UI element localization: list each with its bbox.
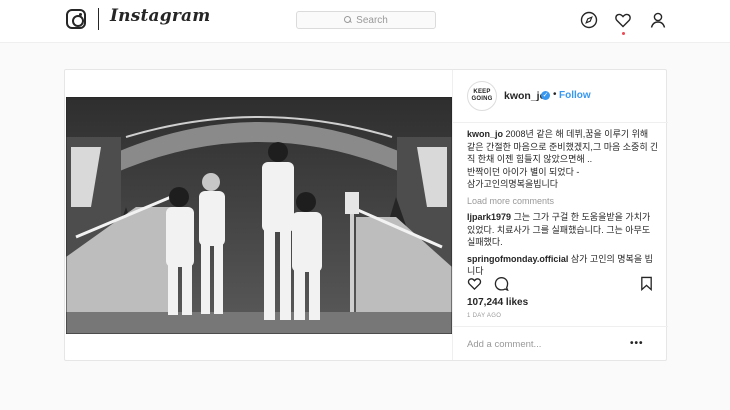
comment-username[interactable]: springofmonday.official — [467, 254, 568, 264]
caption-line-3: 직 한채 이젠 힘들지 않았으면해 .. — [467, 154, 593, 164]
caption-line-2: 같은 간절한 마음으로 준비했겠지,그 마음 소중히 간 — [467, 141, 657, 152]
instagram-logo-icon[interactable] — [66, 9, 86, 29]
heart-icon[interactable] — [614, 11, 632, 29]
load-more-comments-link[interactable]: Load more comments — [467, 195, 657, 208]
follow-button[interactable]: Follow — [559, 90, 591, 101]
notification-dot — [622, 32, 625, 35]
caption-line-4: 반짝이던 아이가 별이 되었다 - — [467, 166, 580, 177]
caption: kwon_jo 2008년 같은 해 데뷔,꿈을 이루기 위해 같은 간절한 마… — [467, 128, 657, 191]
post-photo[interactable] — [66, 97, 452, 334]
comment-item: springofmonday.official 삼가 고인의 명복을 빕니다 — [467, 253, 657, 278]
post-sidebar: KEEP GOING kwon_jo ✓ • Follow kwon_jo 20… — [452, 70, 668, 360]
post-header: KEEP GOING kwon_jo ✓ • Follow — [453, 70, 668, 123]
search-input[interactable]: Search — [296, 11, 436, 29]
comment-bubble-icon[interactable] — [494, 276, 509, 291]
caption-username[interactable]: kwon_jo — [467, 129, 503, 139]
comments-section: kwon_jo 2008년 같은 해 데뷔,꿈을 이루기 위해 같은 간절한 마… — [467, 128, 657, 278]
dot-separator: • — [553, 89, 557, 100]
verified-badge-icon: ✓ — [541, 91, 550, 100]
avatar-text-bottom: GOING — [471, 96, 493, 102]
caption-line-5: 삼가고인의명복을빕니다 — [467, 179, 559, 189]
avatar[interactable]: KEEP GOING — [467, 81, 497, 111]
avatar-text-top: KEEP — [473, 89, 491, 95]
post-actions — [467, 276, 657, 292]
like-heart-icon[interactable] — [467, 276, 482, 291]
bookmark-icon[interactable] — [639, 276, 654, 291]
stage-performance-photo — [66, 97, 452, 334]
logo-divider — [98, 8, 99, 30]
search-icon — [344, 16, 352, 24]
compass-icon[interactable] — [580, 11, 598, 29]
top-navigation-bar: Instagram Search — [0, 0, 730, 43]
search-placeholder: Search — [356, 14, 388, 26]
post-card: KEEP GOING kwon_jo ✓ • Follow kwon_jo 20… — [64, 69, 668, 361]
caption-line-1: 2008년 같은 해 데뷔,꿈을 이루기 위해 — [505, 129, 649, 139]
author-username[interactable]: kwon_jo — [504, 90, 546, 102]
more-options-icon[interactable]: ••• — [630, 338, 644, 349]
add-comment-row: Add a comment... ••• — [453, 326, 668, 360]
instagram-wordmark[interactable]: Instagram — [110, 6, 210, 26]
user-icon[interactable] — [649, 11, 667, 29]
comment-item: ljpark1979 그는 그가 구걸 한 도움을받을 가치가 있었다. 치료사… — [467, 211, 657, 249]
comment-username[interactable]: ljpark1979 — [467, 212, 511, 222]
likes-count[interactable]: 107,244 likes — [467, 297, 528, 308]
post-timestamp: 1 DAY AGO — [467, 313, 502, 319]
add-comment-input[interactable]: Add a comment... — [467, 339, 541, 350]
